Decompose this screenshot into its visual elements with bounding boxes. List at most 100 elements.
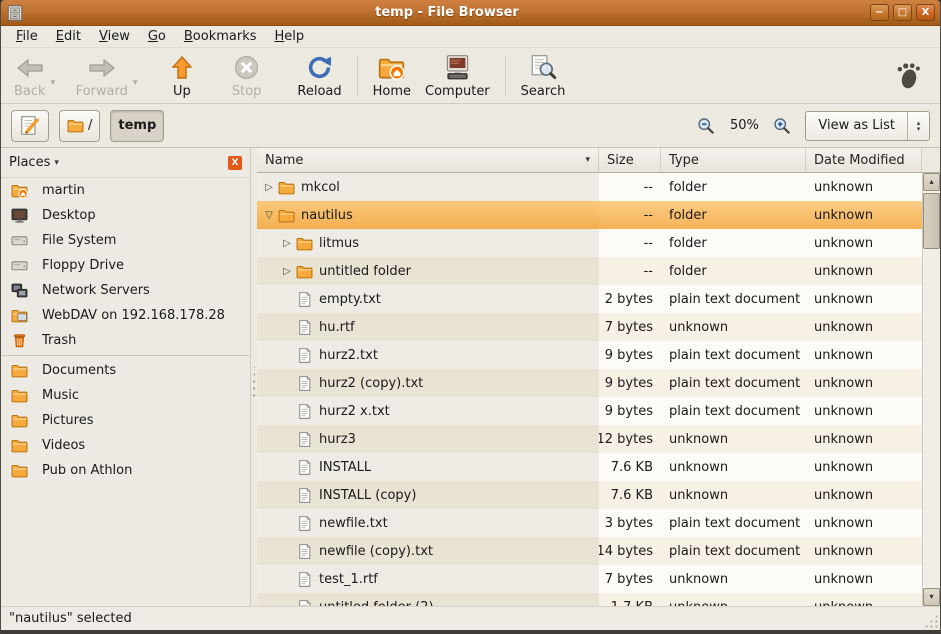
back-history-dropdown-icon[interactable]: ▾ bbox=[51, 78, 65, 88]
menu-file[interactable]: File bbox=[7, 27, 47, 46]
view-mode-select[interactable]: View as List ▴▾ bbox=[805, 111, 930, 141]
scrollbar-trough[interactable] bbox=[923, 249, 940, 588]
sidebar-item-pictures[interactable]: Pictures bbox=[1, 408, 250, 433]
sidebar-item-martin[interactable]: martin bbox=[1, 178, 250, 203]
file-name: hu.rtf bbox=[319, 320, 355, 335]
expander-icon[interactable] bbox=[262, 210, 276, 221]
file-type: plain text document bbox=[661, 341, 806, 369]
sidebar-item-music[interactable]: Music bbox=[1, 383, 250, 408]
table-row[interactable]: hurz2 x.txt 9 bytes plain text document … bbox=[257, 397, 922, 425]
chevron-down-icon[interactable]: ▾ bbox=[54, 158, 59, 168]
resize-grip[interactable] bbox=[924, 614, 938, 628]
file-size: 7 bytes bbox=[599, 565, 661, 593]
text-file-icon bbox=[296, 459, 313, 476]
minimize-button[interactable]: − bbox=[870, 4, 889, 21]
menu-go[interactable]: Go bbox=[139, 27, 175, 46]
home-button[interactable]: Home bbox=[366, 51, 418, 101]
expander-icon[interactable] bbox=[280, 238, 294, 249]
home-folder-icon bbox=[11, 182, 28, 199]
search-button[interactable]: Search bbox=[514, 51, 573, 101]
table-row[interactable]: mkcol -- folder unknown bbox=[257, 173, 922, 201]
menu-view[interactable]: View bbox=[90, 27, 139, 46]
zoom-out-icon[interactable] bbox=[697, 117, 715, 135]
file-type: folder bbox=[661, 173, 806, 201]
sidebar-item-floppy-drive[interactable]: Floppy Drive bbox=[1, 253, 250, 278]
table-row[interactable]: hurz2.txt 9 bytes plain text document un… bbox=[257, 341, 922, 369]
table-row[interactable]: hu.rtf 7 bytes unknown unknown bbox=[257, 313, 922, 341]
computer-icon bbox=[444, 53, 471, 83]
grip-dots-icon bbox=[252, 343, 256, 401]
toolbar: Back ▾ Forward ▾ Up Stop Reload Home Com… bbox=[1, 48, 940, 104]
expander-icon[interactable] bbox=[280, 266, 294, 277]
sidebar-item-videos[interactable]: Videos bbox=[1, 433, 250, 458]
menu-help[interactable]: Help bbox=[266, 27, 314, 46]
scrollbar-thumb[interactable] bbox=[923, 193, 940, 249]
table-row[interactable]: hurz2 (copy).txt 9 bytes plain text docu… bbox=[257, 369, 922, 397]
back-button[interactable]: Back bbox=[7, 51, 53, 101]
table-row[interactable]: untitled folder -- folder unknown bbox=[257, 257, 922, 285]
sidebar-item-file-system[interactable]: File System bbox=[1, 228, 250, 253]
sidebar-item-network-servers[interactable]: Network Servers bbox=[1, 278, 250, 303]
reload-button[interactable]: Reload bbox=[290, 51, 348, 101]
file-modified: unknown bbox=[806, 229, 922, 257]
path-root-button[interactable]: / bbox=[59, 110, 100, 142]
text-file-icon bbox=[296, 347, 313, 364]
sidebar-item-pub-on-athlon[interactable]: Pub on Athlon bbox=[1, 458, 250, 483]
stop-button[interactable]: Stop bbox=[225, 51, 269, 101]
scroll-up-icon[interactable]: ▴ bbox=[923, 173, 940, 191]
column-header-name[interactable]: Name ▾ bbox=[257, 148, 599, 172]
file-name: newfile (copy).txt bbox=[319, 544, 433, 559]
zoom-level: 50% bbox=[727, 118, 761, 133]
trash-icon bbox=[11, 332, 28, 349]
text-file-icon bbox=[296, 319, 313, 336]
sidebar-separator bbox=[2, 355, 249, 356]
forward-history-dropdown-icon[interactable]: ▾ bbox=[133, 78, 147, 88]
scroll-down-icon[interactable]: ▾ bbox=[923, 588, 940, 606]
menu-edit[interactable]: Edit bbox=[47, 27, 90, 46]
titlebar[interactable]: temp - File Browser − □ X bbox=[1, 0, 940, 26]
sidebar-item-webdav[interactable]: WebDAV on 192.168.178.28 bbox=[1, 303, 250, 328]
file-name: empty.txt bbox=[319, 292, 381, 307]
zoom-in-icon[interactable] bbox=[773, 117, 791, 135]
text-file-icon bbox=[296, 599, 313, 607]
table-row[interactable]: empty.txt 2 bytes plain text document un… bbox=[257, 285, 922, 313]
up-button[interactable]: Up bbox=[165, 51, 199, 101]
table-row-selected[interactable]: nautilus -- folder unknown bbox=[257, 201, 922, 229]
menu-bookmarks[interactable]: Bookmarks bbox=[175, 27, 266, 46]
table-row[interactable]: test_1.rtf 7 bytes unknown unknown bbox=[257, 565, 922, 593]
sidebar-item-trash[interactable]: Trash bbox=[1, 328, 250, 353]
column-header-type[interactable]: Type bbox=[661, 148, 806, 172]
file-modified: unknown bbox=[806, 285, 922, 313]
file-type: folder bbox=[661, 257, 806, 285]
spinner-arrows-icon[interactable]: ▴▾ bbox=[907, 112, 929, 140]
text-file-icon bbox=[296, 515, 313, 532]
table-row[interactable]: INSTALL 7.6 KB unknown unknown bbox=[257, 453, 922, 481]
file-name: mkcol bbox=[301, 180, 340, 195]
folder-icon bbox=[278, 179, 295, 196]
forward-button[interactable]: Forward bbox=[69, 51, 135, 101]
table-row[interactable]: untitled folder (2) 1.7 KB unknown unkno… bbox=[257, 593, 922, 606]
table-row[interactable]: hurz3 12 bytes unknown unknown bbox=[257, 425, 922, 453]
table-row[interactable]: newfile (copy).txt 14 bytes plain text d… bbox=[257, 537, 922, 565]
sidebar-title[interactable]: Places bbox=[9, 155, 54, 170]
sidebar-item-documents[interactable]: Documents bbox=[1, 358, 250, 383]
table-row[interactable]: newfile.txt 3 bytes plain text document … bbox=[257, 509, 922, 537]
desktop-icon bbox=[11, 207, 28, 224]
expander-icon[interactable] bbox=[262, 182, 276, 193]
table-row[interactable]: INSTALL (copy) 7.6 KB unknown unknown bbox=[257, 481, 922, 509]
column-header-date-modified[interactable]: Date Modified bbox=[806, 148, 922, 172]
computer-button[interactable]: Computer bbox=[418, 51, 497, 101]
path-current-button[interactable]: temp bbox=[110, 110, 164, 142]
edit-location-button[interactable] bbox=[11, 110, 49, 142]
sidebar-close-icon[interactable]: X bbox=[228, 156, 242, 170]
table-row[interactable]: litmus -- folder unknown bbox=[257, 229, 922, 257]
close-button[interactable]: X bbox=[916, 4, 935, 21]
file-name: INSTALL bbox=[319, 460, 371, 475]
sidebar-item-desktop[interactable]: Desktop bbox=[1, 203, 250, 228]
file-modified: unknown bbox=[806, 481, 922, 509]
list-header: Name ▾ Size Type Date Modified bbox=[257, 148, 940, 173]
maximize-button[interactable]: □ bbox=[893, 4, 912, 21]
vertical-scrollbar[interactable]: ▴ ▾ bbox=[922, 173, 940, 606]
file-name: newfile.txt bbox=[319, 516, 388, 531]
column-header-size[interactable]: Size bbox=[599, 148, 661, 172]
